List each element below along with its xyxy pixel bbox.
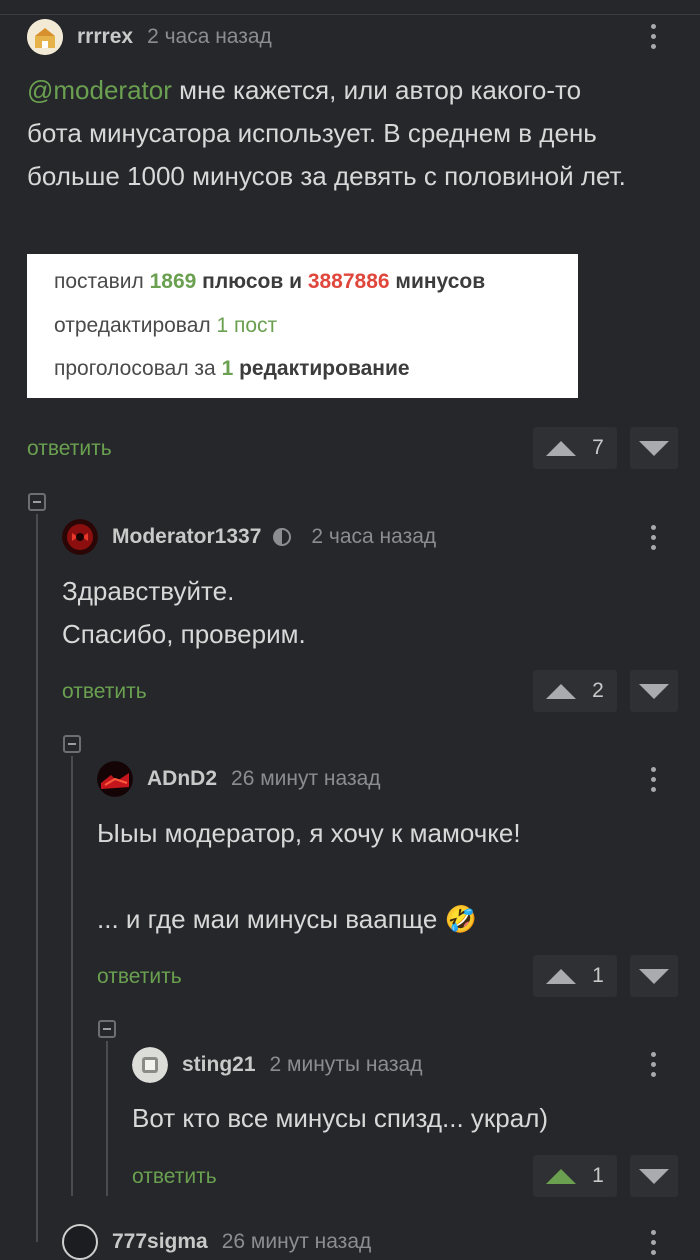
downvote-button[interactable] xyxy=(630,670,678,712)
reply-link[interactable]: ответить xyxy=(97,965,182,989)
comment-time: 2 часа назад xyxy=(147,25,272,48)
upvote-button[interactable]: 2 xyxy=(533,670,617,712)
more-options-icon[interactable] xyxy=(649,1230,657,1255)
rating-count: 7 xyxy=(592,436,604,459)
quote-line-3: проголосовал за 1 редактирование xyxy=(54,357,410,380)
top-divider xyxy=(0,0,700,15)
arrow-down-icon xyxy=(639,683,669,699)
arrow-down-icon xyxy=(639,968,669,984)
comment-text: Вот кто все минусы спизд... украл) xyxy=(132,1103,549,1133)
author-name[interactable]: rrrrex xyxy=(77,25,133,49)
mention-link[interactable]: @moderator xyxy=(27,75,172,105)
upvote-button[interactable]: 1 xyxy=(533,955,617,997)
quote-line-2: отредактировал 1 пост xyxy=(54,314,278,337)
comment-time: 26 минут назад xyxy=(231,767,381,790)
avatar[interactable] xyxy=(62,1224,98,1260)
arrow-up-icon xyxy=(546,968,577,984)
more-options-icon[interactable] xyxy=(649,767,657,792)
avatar[interactable] xyxy=(97,761,133,797)
thread-line[interactable] xyxy=(36,514,38,1242)
arrow-up-icon xyxy=(546,440,577,456)
arrow-down-icon xyxy=(639,1168,669,1184)
comment-text: @moderator мне кажется, или автор какого… xyxy=(27,69,627,198)
collapse-thread-button[interactable] xyxy=(28,493,46,511)
downvote-button[interactable] xyxy=(630,1155,678,1197)
reply-link[interactable]: ответить xyxy=(62,680,147,704)
thread-line[interactable] xyxy=(71,756,73,1196)
author-name[interactable]: ADnD2 xyxy=(147,767,217,791)
more-options-icon[interactable] xyxy=(649,24,657,49)
moderator-badge-icon xyxy=(273,528,292,546)
thread-line[interactable] xyxy=(106,1041,108,1196)
upvote-button[interactable]: 1 xyxy=(533,1155,617,1197)
author-name[interactable]: 777sigma xyxy=(112,1230,208,1254)
avatar[interactable] xyxy=(132,1047,168,1083)
reply-link[interactable]: ответить xyxy=(27,437,112,461)
comment-text: Здравствуйте. Спасибо, проверим. xyxy=(62,576,306,649)
avatar[interactable] xyxy=(62,519,98,555)
quote-line-1: поставил 1869 плюсов и 3887886 минусов xyxy=(54,270,486,293)
comment-header: ADnD2 26 минут назад xyxy=(97,761,381,797)
author-name[interactable]: sting21 xyxy=(182,1053,256,1077)
avatar[interactable] xyxy=(27,19,63,55)
collapse-thread-button[interactable] xyxy=(63,735,81,753)
downvote-button[interactable] xyxy=(630,955,678,997)
arrow-down-icon xyxy=(639,440,669,456)
rating-count: 2 xyxy=(592,679,604,702)
upvote-button[interactable]: 7 xyxy=(533,427,617,469)
rating-count: 1 xyxy=(592,964,604,987)
arrow-up-icon xyxy=(546,1168,577,1184)
comment-text: Ыыы модератор, я хочу к мамочке! ... и г… xyxy=(97,818,521,934)
rating-count: 1 xyxy=(592,1164,604,1187)
more-options-icon[interactable] xyxy=(649,1052,657,1077)
collapse-thread-button[interactable] xyxy=(98,1020,116,1038)
comment-time: 26 минут назад xyxy=(221,1230,372,1253)
downvote-button[interactable] xyxy=(630,427,678,469)
comment-header: Moderator1337 2 часа назад xyxy=(62,519,436,555)
author-name[interactable]: Moderator1337 xyxy=(112,525,261,549)
quoted-image[interactable]: поставил 1869 плюсов и 3887886 минусов о… xyxy=(27,254,578,398)
comment-time: 2 минуты назад xyxy=(269,1053,423,1076)
comment-header: rrrrex 2 часа назад xyxy=(27,19,272,55)
arrow-up-icon xyxy=(546,683,577,699)
comment-header: 777sigma 26 минут назад xyxy=(62,1224,371,1260)
comment-header: sting21 2 минуты назад xyxy=(132,1047,422,1083)
more-options-icon[interactable] xyxy=(649,525,657,550)
reply-link[interactable]: ответить xyxy=(132,1165,217,1189)
comment-time: 2 часа назад xyxy=(311,525,437,548)
